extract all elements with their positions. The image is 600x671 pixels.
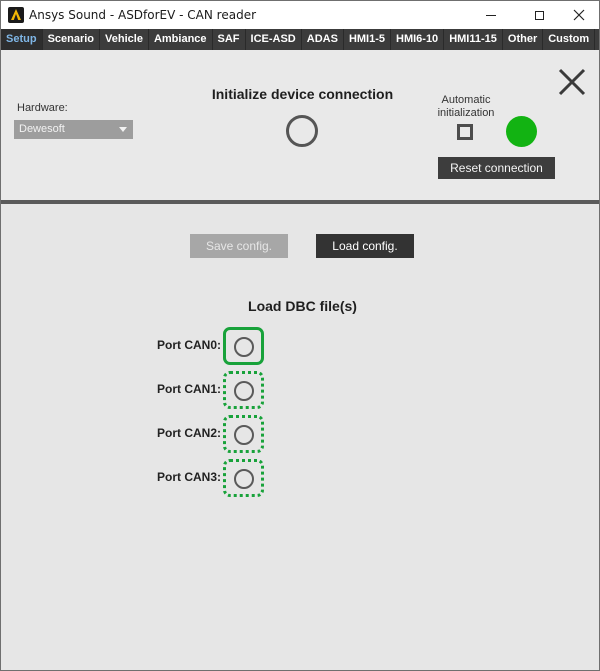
tab-scenario[interactable]: Scenario: [43, 29, 101, 50]
tab-custom[interactable]: Custom: [543, 29, 596, 50]
port-label: Port CAN3:: [156, 470, 221, 484]
save-config-button[interactable]: Save config.: [190, 234, 288, 258]
maximize-button[interactable]: [517, 1, 561, 29]
port-row-can1: Port CAN1:: [1, 370, 599, 410]
tab-saf[interactable]: SAF: [213, 29, 246, 50]
window-title: Ansys Sound - ASDforEV - CAN reader: [29, 8, 257, 22]
close-icon[interactable]: [557, 67, 587, 97]
port-can0-load-button[interactable]: [223, 327, 264, 365]
tab-vehicle[interactable]: Vehicle: [100, 29, 149, 50]
maximize-icon: [534, 10, 544, 20]
port-status-icon: [234, 381, 254, 401]
section-divider: [1, 200, 599, 204]
tab-hmi11-15[interactable]: HMI11-15: [444, 29, 503, 50]
port-can3-load-button[interactable]: [223, 459, 264, 497]
title-bar: Ansys Sound - ASDforEV - CAN reader: [1, 1, 599, 29]
hardware-label: Hardware:: [17, 102, 68, 114]
app-window: Ansys Sound - ASDforEV - CAN reader Setu…: [0, 0, 600, 671]
ansys-logo-icon: [8, 7, 24, 23]
close-icon: [573, 9, 585, 21]
tab-bar: Setup Scenario Vehicle Ambiance SAF ICE-…: [1, 29, 599, 50]
port-can2-load-button[interactable]: [223, 415, 264, 453]
window-close-button[interactable]: [557, 1, 600, 29]
load-config-button[interactable]: Load config.: [316, 234, 414, 258]
port-row-can2: Port CAN2:: [1, 414, 599, 454]
connection-status-indicator[interactable]: [286, 115, 318, 147]
tab-help[interactable]: ?: [595, 29, 600, 50]
tab-setup[interactable]: Setup: [1, 29, 43, 50]
port-label: Port CAN0:: [156, 338, 221, 352]
port-label: Port CAN1:: [156, 382, 221, 396]
tab-hmi1-5[interactable]: HMI1-5: [344, 29, 391, 50]
init-connection-title: Initialize device connection: [211, 86, 394, 102]
tab-adas[interactable]: ADAS: [302, 29, 344, 50]
minimize-icon: [486, 14, 496, 16]
port-label: Port CAN2:: [156, 426, 221, 440]
tab-hmi6-10[interactable]: HMI6-10: [391, 29, 445, 50]
tab-ambiance[interactable]: Ambiance: [149, 29, 213, 50]
auto-init-checkbox[interactable]: [457, 124, 473, 140]
hardware-select-value: Dewesoft: [19, 123, 65, 135]
minimize-button[interactable]: [469, 1, 513, 29]
port-status-icon: [234, 425, 254, 445]
reset-connection-button[interactable]: Reset connection: [438, 157, 555, 179]
auto-init-label: Automatic initialization: [426, 94, 506, 120]
port-can1-load-button[interactable]: [223, 371, 264, 409]
auto-init-label-line2: initialization: [437, 107, 495, 119]
port-status-icon: [234, 469, 254, 489]
port-row-can0: Port CAN0:: [1, 326, 599, 366]
chevron-down-icon: [119, 127, 127, 132]
port-row-can3: Port CAN3:: [1, 458, 599, 498]
hardware-select[interactable]: Dewesoft: [14, 120, 133, 139]
device-connection-panel: Hardware: Dewesoft Initialize device con…: [1, 50, 599, 200]
auto-init-label-line1: Automatic: [441, 94, 491, 106]
status-led: [506, 116, 537, 147]
tab-ice-asd[interactable]: ICE-ASD: [246, 29, 302, 50]
port-status-icon: [234, 337, 254, 357]
tab-other[interactable]: Other: [503, 29, 544, 50]
dbc-section-title: Load DBC file(s): [248, 298, 357, 314]
